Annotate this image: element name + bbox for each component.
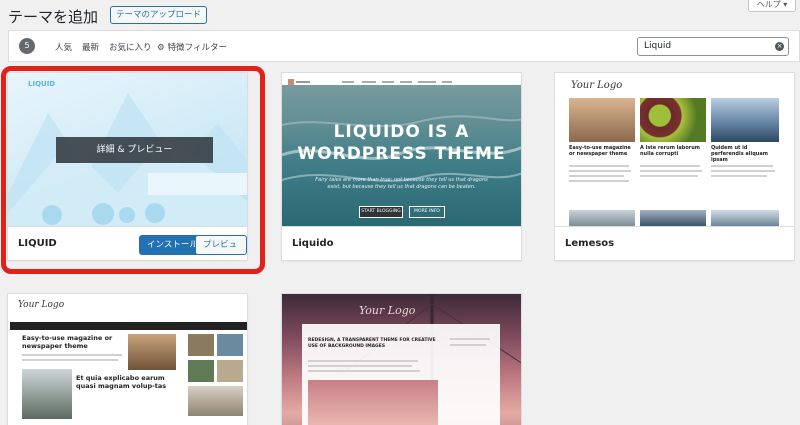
theme-screenshot-lemesos[interactable]: Your Logo Easy-to-use magazine or newspa… [555,73,794,226]
theme-screenshot-liquido[interactable]: LIQUIDO IS A WORDPRESS THEME Fairy tales… [282,73,521,226]
help-tab-button[interactable]: ヘルプ ▾ [748,0,796,12]
magazine-thumb-1 [188,334,214,356]
feature-filter-label: 特徴フィルター [167,43,227,53]
liquid-circle-3 [119,207,135,223]
theme-name-bar: Lemesos [555,226,794,260]
theme-filter-bar: 5 人気 最新 お気に入り ⚙ 特徴フィルター Liquid × [8,30,800,62]
text-line [711,165,773,167]
text-line [569,170,631,172]
details-preview-button[interactable]: 詳細 & プレビュー [56,137,213,163]
text-line [308,360,418,362]
magazine-headline-2: Et quia explicabo earum quasi magnam vol… [76,374,167,390]
theme-screenshot-magazine[interactable]: Your Logo Easy-to-use magazine or newspa… [8,294,247,425]
magazine-image-1 [128,334,176,370]
theme-count-badge: 5 [19,38,35,54]
text-line [308,365,412,367]
filter-popular[interactable]: 人気 [55,41,72,53]
text-line [640,165,700,167]
text-line [711,170,775,172]
magazine-thumb-4 [217,360,243,382]
text-line [450,344,486,346]
filter-favorites[interactable]: お気に入り [109,41,152,53]
text-line [450,338,490,340]
redesign-image [308,380,438,425]
liquido-hero-line2: WORDPRESS THEME [297,144,506,164]
clear-search-icon[interactable]: × [775,42,784,51]
theme-screenshot-redesign[interactable]: Your Logo REDESIGN, A TRANSPARENT THEME … [282,294,521,425]
lemesos-image-6 [711,210,779,226]
lemesos-image-2 [640,98,706,142]
liquid-circle-4 [145,203,165,223]
theme-name-liquid: LIQUID [18,238,57,249]
redesign-post-title: REDESIGN, A TRANSPARENT THEME FOR CREATI… [308,338,436,349]
lemesos-image-3 [711,98,779,142]
lemesos-post-title-1: Easy-to-use magazine or newspaper theme [569,145,631,157]
magazine-thumb-2 [217,334,243,356]
liquid-circle-1 [42,205,62,225]
magazine-thumb-5 [188,386,243,416]
theme-name-bar: LIQUID インストール プレビュー [8,226,247,260]
redesign-content-panel: REDESIGN, A TRANSPARENT THEME FOR CREATI… [302,324,500,425]
theme-name-lemesos: Lemesos [565,238,615,249]
text-line [22,359,118,361]
page-title: テーマを追加 [8,8,99,26]
upload-theme-button[interactable]: テーマのアップロード [110,6,208,24]
preview-button[interactable]: プレビュー [195,235,247,260]
gear-icon: ⚙ [157,43,165,53]
filter-latest[interactable]: 最新 [82,41,99,53]
text-line [308,370,420,372]
magazine-logo: Your Logo [18,300,65,310]
lemesos-post-title-2: A iste rerum laborum nulla corrupti [640,145,700,157]
liquido-hero-title: LIQUIDO IS A WORDPRESS THEME [282,121,521,165]
magazine-thumb-3 [188,360,214,382]
theme-card-liquid[interactable]: LIQUID 詳細 & プレビュー LIQUID インストール プレビュー [7,72,248,261]
redesign-logo: Your Logo [359,304,416,317]
text-line [640,170,702,172]
lemesos-logo: Your Logo [571,80,623,91]
magazine-image-2 [22,369,72,419]
liquido-hero-subtitle: Fairy tales are more than true: not beca… [315,177,488,190]
lemesos-post-title-3: Quidem ut id perferendis aliquam ipsam [711,145,768,163]
text-line [640,175,698,177]
text-line [711,175,767,177]
text-line [569,165,629,167]
theme-card-magazine[interactable]: Your Logo Easy-to-use magazine or newspa… [7,293,248,425]
lemesos-image-4 [569,210,635,226]
liquid-circle-2 [92,203,114,225]
lemesos-image-1 [569,98,635,142]
theme-screenshot-liquid[interactable]: LIQUID 詳細 & プレビュー [8,73,247,226]
text-line [22,354,122,356]
liquido-more-button: MORE INFO [409,206,445,218]
theme-search-input[interactable]: Liquid × [637,37,789,56]
liquido-nav-bar [282,73,521,85]
theme-name-bar: Liquido [282,226,521,260]
liquido-start-button: START BLOGGING [359,206,403,218]
text-line [569,180,629,182]
theme-card-lemesos[interactable]: Your Logo Easy-to-use magazine or newspa… [554,72,795,261]
text-line [569,175,624,177]
lemesos-image-5 [640,210,706,226]
magazine-headline-1: Easy-to-use magazine or newspaper theme [22,334,113,350]
feature-filter-button[interactable]: ⚙ 特徴フィルター [157,41,227,53]
magazine-nav-bar [10,322,247,330]
theme-name-liquido: Liquido [292,238,334,249]
liquido-hero-line1: LIQUIDO IS A [333,122,470,142]
theme-card-liquido[interactable]: LIQUIDO IS A WORDPRESS THEME Fairy tales… [281,72,522,261]
theme-card-redesign[interactable]: Your Logo REDESIGN, A TRANSPARENT THEME … [281,293,522,425]
search-input-value: Liquid [644,41,672,51]
